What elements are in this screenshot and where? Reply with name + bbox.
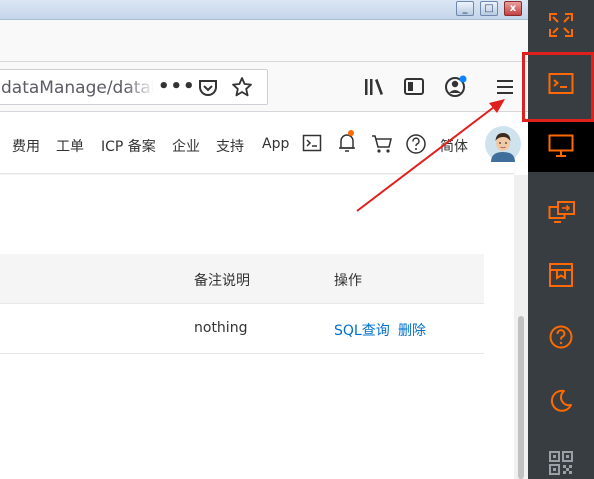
main-content: 备注说明 操作 nothing SQL查询 删除 [0,175,514,479]
library-icon[interactable] [363,77,385,97]
bookmark-star-icon[interactable] [231,76,253,98]
nav-item-tickets[interactable]: 工单 [56,136,84,156]
maximize-button[interactable]: □ [480,1,498,16]
fullscreen-icon [549,13,573,37]
page-scrollbar-thumb[interactable] [518,316,524,479]
screen-transfer-button[interactable] [528,188,594,236]
column-header-note: 备注说明 [194,273,250,289]
nav-item-support[interactable]: 支持 [216,136,244,156]
help-center-button[interactable] [528,312,594,360]
table-row: nothing SQL查询 删除 [0,304,484,354]
monitor-icon[interactable] [548,134,574,158]
window-titlebar: _ □ x [0,0,528,20]
qr-code-icon [549,451,573,475]
table-header: 备注说明 操作 [0,254,484,304]
moon-icon [550,389,572,412]
gift-icon [549,263,573,287]
url-fade [125,71,155,103]
notification-bell-icon[interactable] [336,129,358,155]
menu-icon[interactable] [496,78,514,96]
sidebar-icon[interactable] [403,77,425,97]
cart-icon[interactable] [371,134,393,154]
fullscreen-button[interactable] [528,0,594,48]
minimize-button[interactable]: _ [456,1,474,16]
delete-link[interactable]: 删除 [398,320,426,340]
highlight-box [522,52,594,122]
account-icon[interactable] [443,74,469,100]
cloud-shell-icon[interactable] [302,134,322,152]
nav-item-app[interactable]: App [262,136,289,152]
row-note-cell: nothing [194,320,248,336]
browser-navbar: dataManage/databa ••• [0,62,528,112]
gift-button[interactable] [528,250,594,298]
nav-item-enterprise[interactable]: 企业 [172,136,200,156]
console-header: 费用 工单 ICP 备案 企业 支持 App 简体 [0,112,521,174]
tab-strip [0,20,528,62]
toolbar-active-cell [528,122,594,172]
help-icon [549,325,573,349]
theme-toggle-button[interactable] [528,376,594,424]
nav-item-icp[interactable]: ICP 备案 [101,136,156,156]
language-switch[interactable]: 简体 [440,136,468,156]
avatar[interactable] [485,126,521,162]
url-bar[interactable]: dataManage/databa ••• [0,69,268,105]
column-header-actions: 操作 [334,273,362,289]
qr-code-button[interactable] [528,438,594,479]
page-actions-icon[interactable]: ••• [158,76,196,97]
pocket-icon[interactable] [197,77,219,99]
nav-item-billing[interactable]: 费用 [12,136,40,156]
screen-transfer-icon [548,201,575,223]
sql-query-link[interactable]: SQL查询 [334,320,390,340]
help-icon[interactable] [405,133,427,155]
close-button[interactable]: x [504,1,522,16]
